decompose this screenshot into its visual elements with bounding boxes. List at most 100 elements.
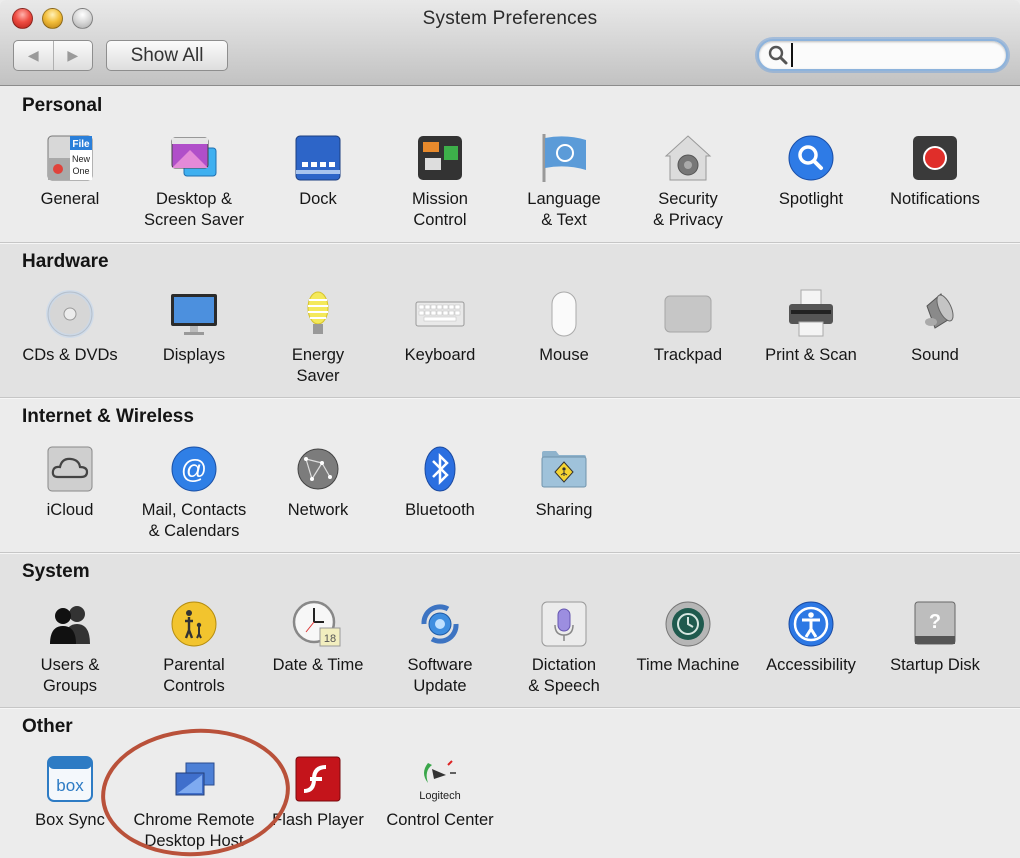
flash-player-icon	[295, 756, 341, 802]
search-input[interactable]	[791, 43, 1001, 67]
bluetooth-icon	[424, 446, 456, 492]
pref-pane-label: Controls	[163, 677, 225, 695]
back-forward-control: ◀ ▶	[13, 40, 93, 71]
pref-pane-mission-control[interactable]: Mission Control	[378, 132, 502, 231]
pref-pane-software-update[interactable]: Software Update	[378, 598, 502, 697]
pref-pane-label: & Calendars	[148, 522, 240, 540]
icloud-icon	[47, 446, 93, 492]
back-button[interactable]: ◀	[14, 41, 53, 70]
section-title: Personal	[22, 95, 103, 116]
pref-pane-desktop-and-screen-saver[interactable]: Desktop & Screen Saver	[132, 132, 256, 231]
section-other: Other box Box Sync Chrome Remote Desktop Hos…	[0, 707, 1020, 858]
pref-pane-label: & Speech	[528, 677, 600, 695]
svg-text:?: ?	[929, 611, 941, 633]
pref-pane-general[interactable]: File New One General	[8, 132, 132, 210]
pref-pane-label: Startup Disk	[890, 656, 980, 674]
display-icon	[171, 294, 217, 335]
forward-arrow-icon: ▶	[67, 47, 79, 63]
pref-pane-print-and-scan[interactable]: Print & Scan	[749, 288, 873, 366]
users-icon	[50, 606, 90, 644]
section-internet-wireless: Internet & Wireless iCloud @ Mail, Contacts…	[0, 397, 1020, 552]
search-icon	[768, 45, 788, 65]
pref-pane-spotlight[interactable]: Spotlight	[749, 132, 873, 210]
pref-pane-control-center[interactable]: Logitech Control Center	[378, 753, 502, 831]
pref-pane-label: Mouse	[539, 346, 589, 364]
pref-pane-cds-and-dvds[interactable]: CDs & DVDs	[8, 288, 132, 366]
pref-pane-language-and-text[interactable]: Language & Text	[502, 132, 626, 231]
pref-pane-label: Software	[407, 656, 473, 674]
time-machine-icon	[665, 601, 711, 647]
pref-pane-mail-contacts-and-calendars[interactable]: @ Mail, Contacts & Calendars	[132, 443, 256, 542]
chrome-remote-desktop-icon	[175, 762, 215, 796]
pref-pane-date-and-time[interactable]: 18 Date & Time	[256, 598, 380, 676]
section-divider	[0, 397, 1020, 398]
pref-pane-label: iCloud	[46, 501, 94, 519]
pref-pane-label: Control Center	[386, 811, 494, 829]
pref-pane-mouse[interactable]: Mouse	[502, 288, 626, 366]
pref-pane-label: Groups	[42, 677, 98, 695]
security-house-icon	[664, 135, 712, 181]
pref-pane-label: CDs & DVDs	[22, 346, 118, 364]
pref-pane-label: General	[40, 190, 100, 208]
pref-pane-label: Bluetooth	[405, 501, 475, 519]
pref-pane-label: Desktop Host	[144, 832, 244, 850]
forward-button[interactable]: ▶	[52, 41, 93, 70]
section-title: System	[22, 561, 90, 582]
pref-pane-label: Network	[287, 501, 349, 519]
pref-pane-label: Security	[658, 190, 718, 208]
pref-pane-bluetooth[interactable]: Bluetooth	[378, 443, 502, 521]
pref-pane-parental-controls[interactable]: Parental Controls	[132, 598, 256, 697]
section-hardware: Hardware CDs & DVDs Displays Energy Saver Key…	[0, 242, 1020, 397]
pref-pane-icloud[interactable]: iCloud	[8, 443, 132, 521]
toolbar: System Preferences ◀ ▶ Show All	[0, 0, 1020, 86]
pref-pane-flash-player[interactable]: Flash Player	[256, 753, 380, 831]
pref-pane-chrome-remote-desktop-host[interactable]: Chrome Remote Desktop Host	[132, 753, 256, 852]
logo-text: box	[56, 776, 84, 795]
box-sync-icon: box	[47, 756, 93, 802]
pref-pane-displays[interactable]: Displays	[132, 288, 256, 366]
pref-pane-label: Mission	[412, 190, 468, 208]
pref-pane-label: Parental	[163, 656, 225, 674]
parental-controls-icon	[171, 601, 217, 647]
pref-pane-dictation-and-speech[interactable]: Dictation & Speech	[502, 598, 626, 697]
logo-text: Logitech	[419, 790, 461, 802]
pref-pane-sharing[interactable]: Sharing	[502, 443, 626, 521]
pref-pane-label: Saver	[296, 367, 340, 385]
pref-pane-keyboard[interactable]: Keyboard	[378, 288, 502, 366]
pref-pane-trackpad[interactable]: Trackpad	[626, 288, 750, 366]
pref-pane-label: Users &	[40, 656, 100, 674]
pref-pane-label: & Privacy	[653, 211, 723, 229]
pref-pane-startup-disk[interactable]: ? Startup Disk	[873, 598, 997, 676]
pref-pane-label: Chrome Remote	[133, 811, 255, 829]
pref-pane-users-and-groups[interactable]: Users & Groups	[8, 598, 132, 697]
pref-pane-label: & Text	[541, 211, 587, 229]
pref-pane-label: Notifications	[890, 190, 980, 208]
pref-pane-energy-saver[interactable]: Energy Saver	[256, 288, 380, 387]
pref-pane-label: Energy	[291, 346, 345, 364]
language-flag-icon	[542, 134, 586, 182]
search-field[interactable]	[757, 39, 1008, 71]
section-title: Hardware	[22, 251, 109, 272]
pref-pane-label: Mail, Contacts	[141, 501, 247, 519]
system-preferences-window: System Preferences ◀ ▶ Show All Personal…	[0, 0, 1020, 858]
pref-pane-box-sync[interactable]: box Box Sync	[8, 753, 132, 831]
pref-pane-label: Spotlight	[778, 190, 844, 208]
pref-pane-notifications[interactable]: Notifications	[873, 132, 997, 210]
pref-pane-time-machine[interactable]: Time Machine	[626, 598, 750, 676]
pref-pane-accessibility[interactable]: Accessibility	[749, 598, 873, 676]
pref-pane-sound[interactable]: Sound	[873, 288, 997, 366]
mouse-icon	[551, 291, 577, 337]
pref-pane-security-and-privacy[interactable]: Security & Privacy	[626, 132, 750, 231]
pref-pane-dock[interactable]: Dock	[256, 132, 380, 210]
pref-pane-label: Dictation	[531, 656, 597, 674]
keyboard-icon	[415, 301, 465, 327]
pref-pane-label: Desktop &	[155, 190, 233, 208]
pref-pane-network[interactable]: Network	[256, 443, 380, 521]
show-all-button[interactable]: Show All	[106, 40, 228, 71]
pref-pane-label: Screen Saver	[144, 211, 244, 229]
pref-pane-label: Update	[413, 677, 467, 695]
section-divider	[0, 242, 1020, 243]
general-icon: File New One	[47, 135, 93, 181]
calendar-day-text: 18	[324, 633, 336, 645]
section-divider	[0, 552, 1020, 553]
